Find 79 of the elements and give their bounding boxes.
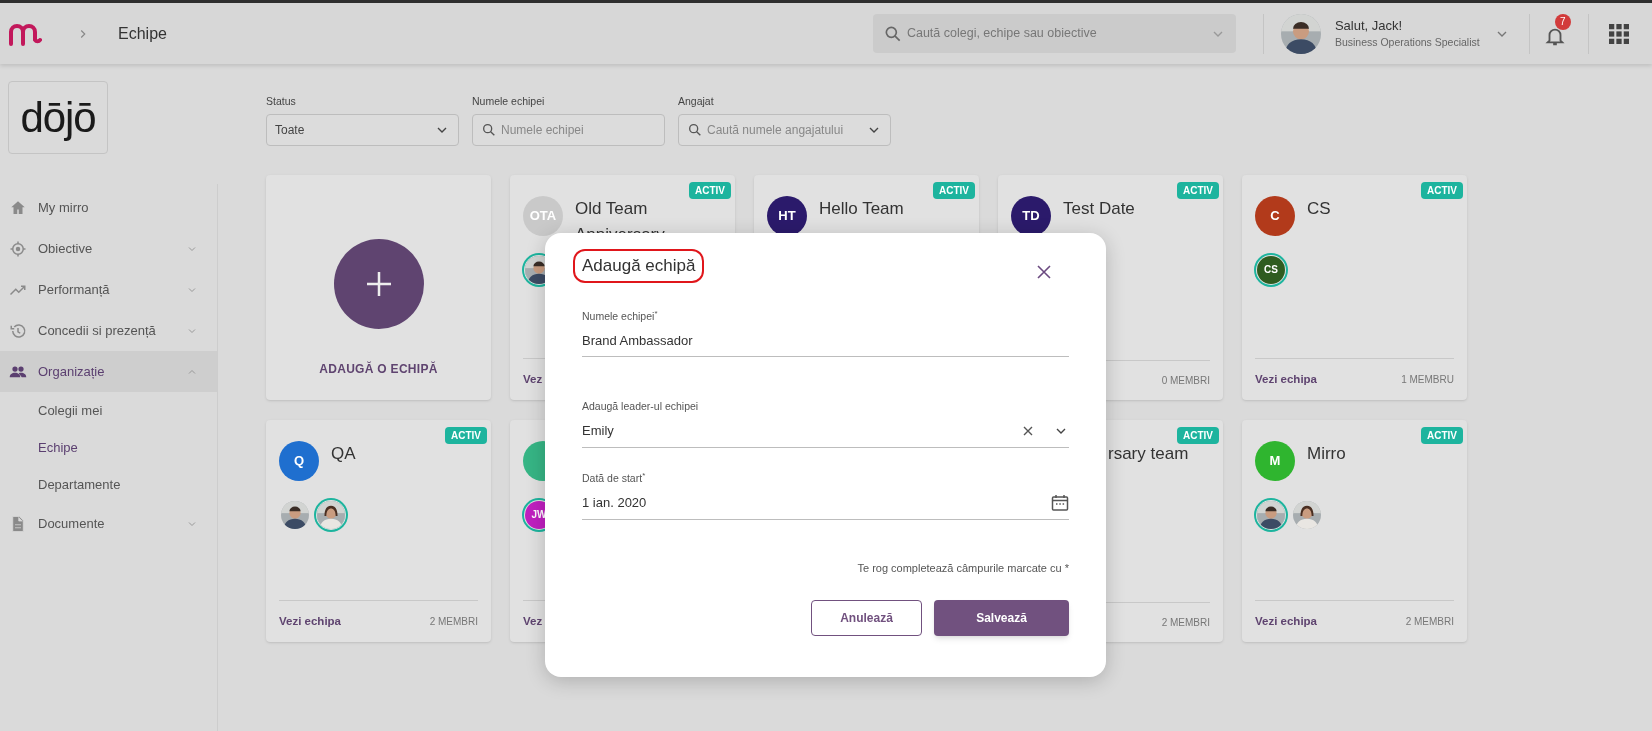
member-count: 1 MEMBRU	[1401, 372, 1454, 387]
view-team-link[interactable]: Vez	[523, 612, 543, 630]
brand-logo: dōjō	[8, 81, 108, 154]
team-name: Hello Team	[819, 197, 905, 220]
nav-subitem[interactable]: Departamente	[0, 466, 218, 503]
status-badge: ACTIV	[1421, 426, 1463, 444]
text-field[interactable]: Brand Ambassador	[582, 324, 1069, 358]
view-team-link[interactable]: Vezi echipa	[279, 612, 341, 630]
member-count: 2 MEMBRI	[429, 614, 478, 629]
field-label: Dată de start$^{*}$	[582, 471, 647, 486]
page-title: Echipe	[118, 23, 167, 44]
filter-label: Angajat	[678, 94, 715, 109]
nav-item[interactable]: Performanță	[0, 269, 218, 310]
view-team-link[interactable]: Vezi echipa	[1255, 612, 1317, 630]
user-role: Business Operations Specialist	[1334, 35, 1480, 51]
date-field[interactable]: 1 ian. 2020	[582, 486, 1069, 520]
status-badge: ACTIV	[689, 181, 731, 199]
team-name: rsary team	[1108, 442, 1190, 465]
field-label: Numele echipei$^{*}$	[582, 308, 659, 324]
member-count: 2 MEMBRI	[1161, 615, 1210, 630]
nav-item[interactable]: My mirro	[0, 187, 218, 228]
team-avatar: HT	[767, 195, 807, 236]
apps-grid-icon[interactable]	[1608, 23, 1629, 44]
add-team-card[interactable]: ADAUGĂ O ECHIPĂ	[266, 174, 491, 400]
select-input[interactable]: Toate	[275, 120, 430, 139]
nav-icon	[9, 239, 27, 258]
dialog-title: Adaugă echipă	[575, 251, 703, 281]
status-badge: ACTIV	[1177, 426, 1219, 444]
nav-icon	[9, 321, 27, 340]
team-avatar: C	[1255, 195, 1295, 236]
nav-item[interactable]: Concedii si prezență	[0, 310, 218, 351]
search-input[interactable]: Caută numele angajatului	[707, 120, 862, 139]
team-avatar: TD	[1011, 195, 1051, 236]
team-card[interactable]: ACTIV Q QA Vezi echipa 2 MEMBRI	[266, 419, 491, 642]
user-greeting: Salut, Jack!	[1334, 16, 1404, 35]
filter-label: Status	[266, 94, 297, 109]
team-card[interactable]: ACTIV M Mirro Vezi echipa 2 MEMBRI	[1242, 419, 1467, 642]
status-badge: ACTIV	[1177, 181, 1219, 199]
add-team-label: ADAUGĂ O ECHIPĂ	[319, 360, 438, 378]
save-button[interactable]: Salvează	[934, 600, 1069, 637]
search-input[interactable]: Caută colegi, echipe sau obiective	[906, 24, 1206, 43]
nav-subitem[interactable]: Echipe	[0, 429, 218, 466]
member-count: 2 MEMBRI	[1405, 614, 1454, 629]
search-input[interactable]: Numele echipei	[501, 120, 656, 139]
notification-badge: 7	[1554, 13, 1571, 30]
search-field[interactable]: Caută colegi, echipe sau obiective	[872, 14, 1236, 53]
status-select[interactable]: Toate	[266, 113, 459, 146]
team-avatar: Q	[279, 440, 319, 481]
view-team-link[interactable]: Vez	[523, 370, 543, 388]
search-icon	[481, 121, 497, 138]
team-name: Mirro	[1307, 442, 1347, 465]
clear-icon[interactable]	[1023, 426, 1033, 436]
nav-item[interactable]: Obiective	[0, 228, 218, 269]
field-label: Adaugă leader-ul echipei	[582, 399, 700, 415]
status-badge: ACTIV	[1421, 181, 1463, 199]
calendar-icon[interactable]	[1051, 493, 1069, 512]
member-count: 0 MEMBRI	[1161, 373, 1210, 388]
search-icon	[687, 121, 703, 138]
search-field[interactable]: Numele echipei	[472, 113, 665, 146]
team-card[interactable]: ACTIV C CS CS Vezi echipa 1 MEMBRU	[1242, 174, 1467, 400]
team-name: QA	[331, 442, 357, 465]
leader-select[interactable]: Emily	[582, 415, 1069, 448]
view-team-link[interactable]: Vezi echipa	[1255, 370, 1317, 388]
logo-icon[interactable]	[8, 21, 42, 46]
team-avatar: M	[1255, 440, 1295, 481]
nav-icon	[9, 514, 27, 533]
member-avatar: CS	[1257, 255, 1285, 284]
filter-label: Numele echipei	[472, 94, 546, 109]
team-name: CS	[1307, 197, 1332, 220]
cancel-button[interactable]: Anulează	[811, 600, 922, 637]
nav-subitem[interactable]: Colegii mei	[0, 392, 218, 429]
team-name: Test Date	[1063, 197, 1136, 220]
nav-item[interactable]: Organizație	[0, 351, 218, 392]
nav-item[interactable]: Documente	[0, 503, 218, 544]
plus-icon[interactable]	[333, 238, 424, 329]
status-badge: ACTIV	[445, 426, 487, 444]
close-icon[interactable]	[1037, 265, 1051, 279]
search-field[interactable]: Caută numele angajatului	[678, 113, 891, 146]
status-badge: ACTIV	[933, 181, 975, 199]
